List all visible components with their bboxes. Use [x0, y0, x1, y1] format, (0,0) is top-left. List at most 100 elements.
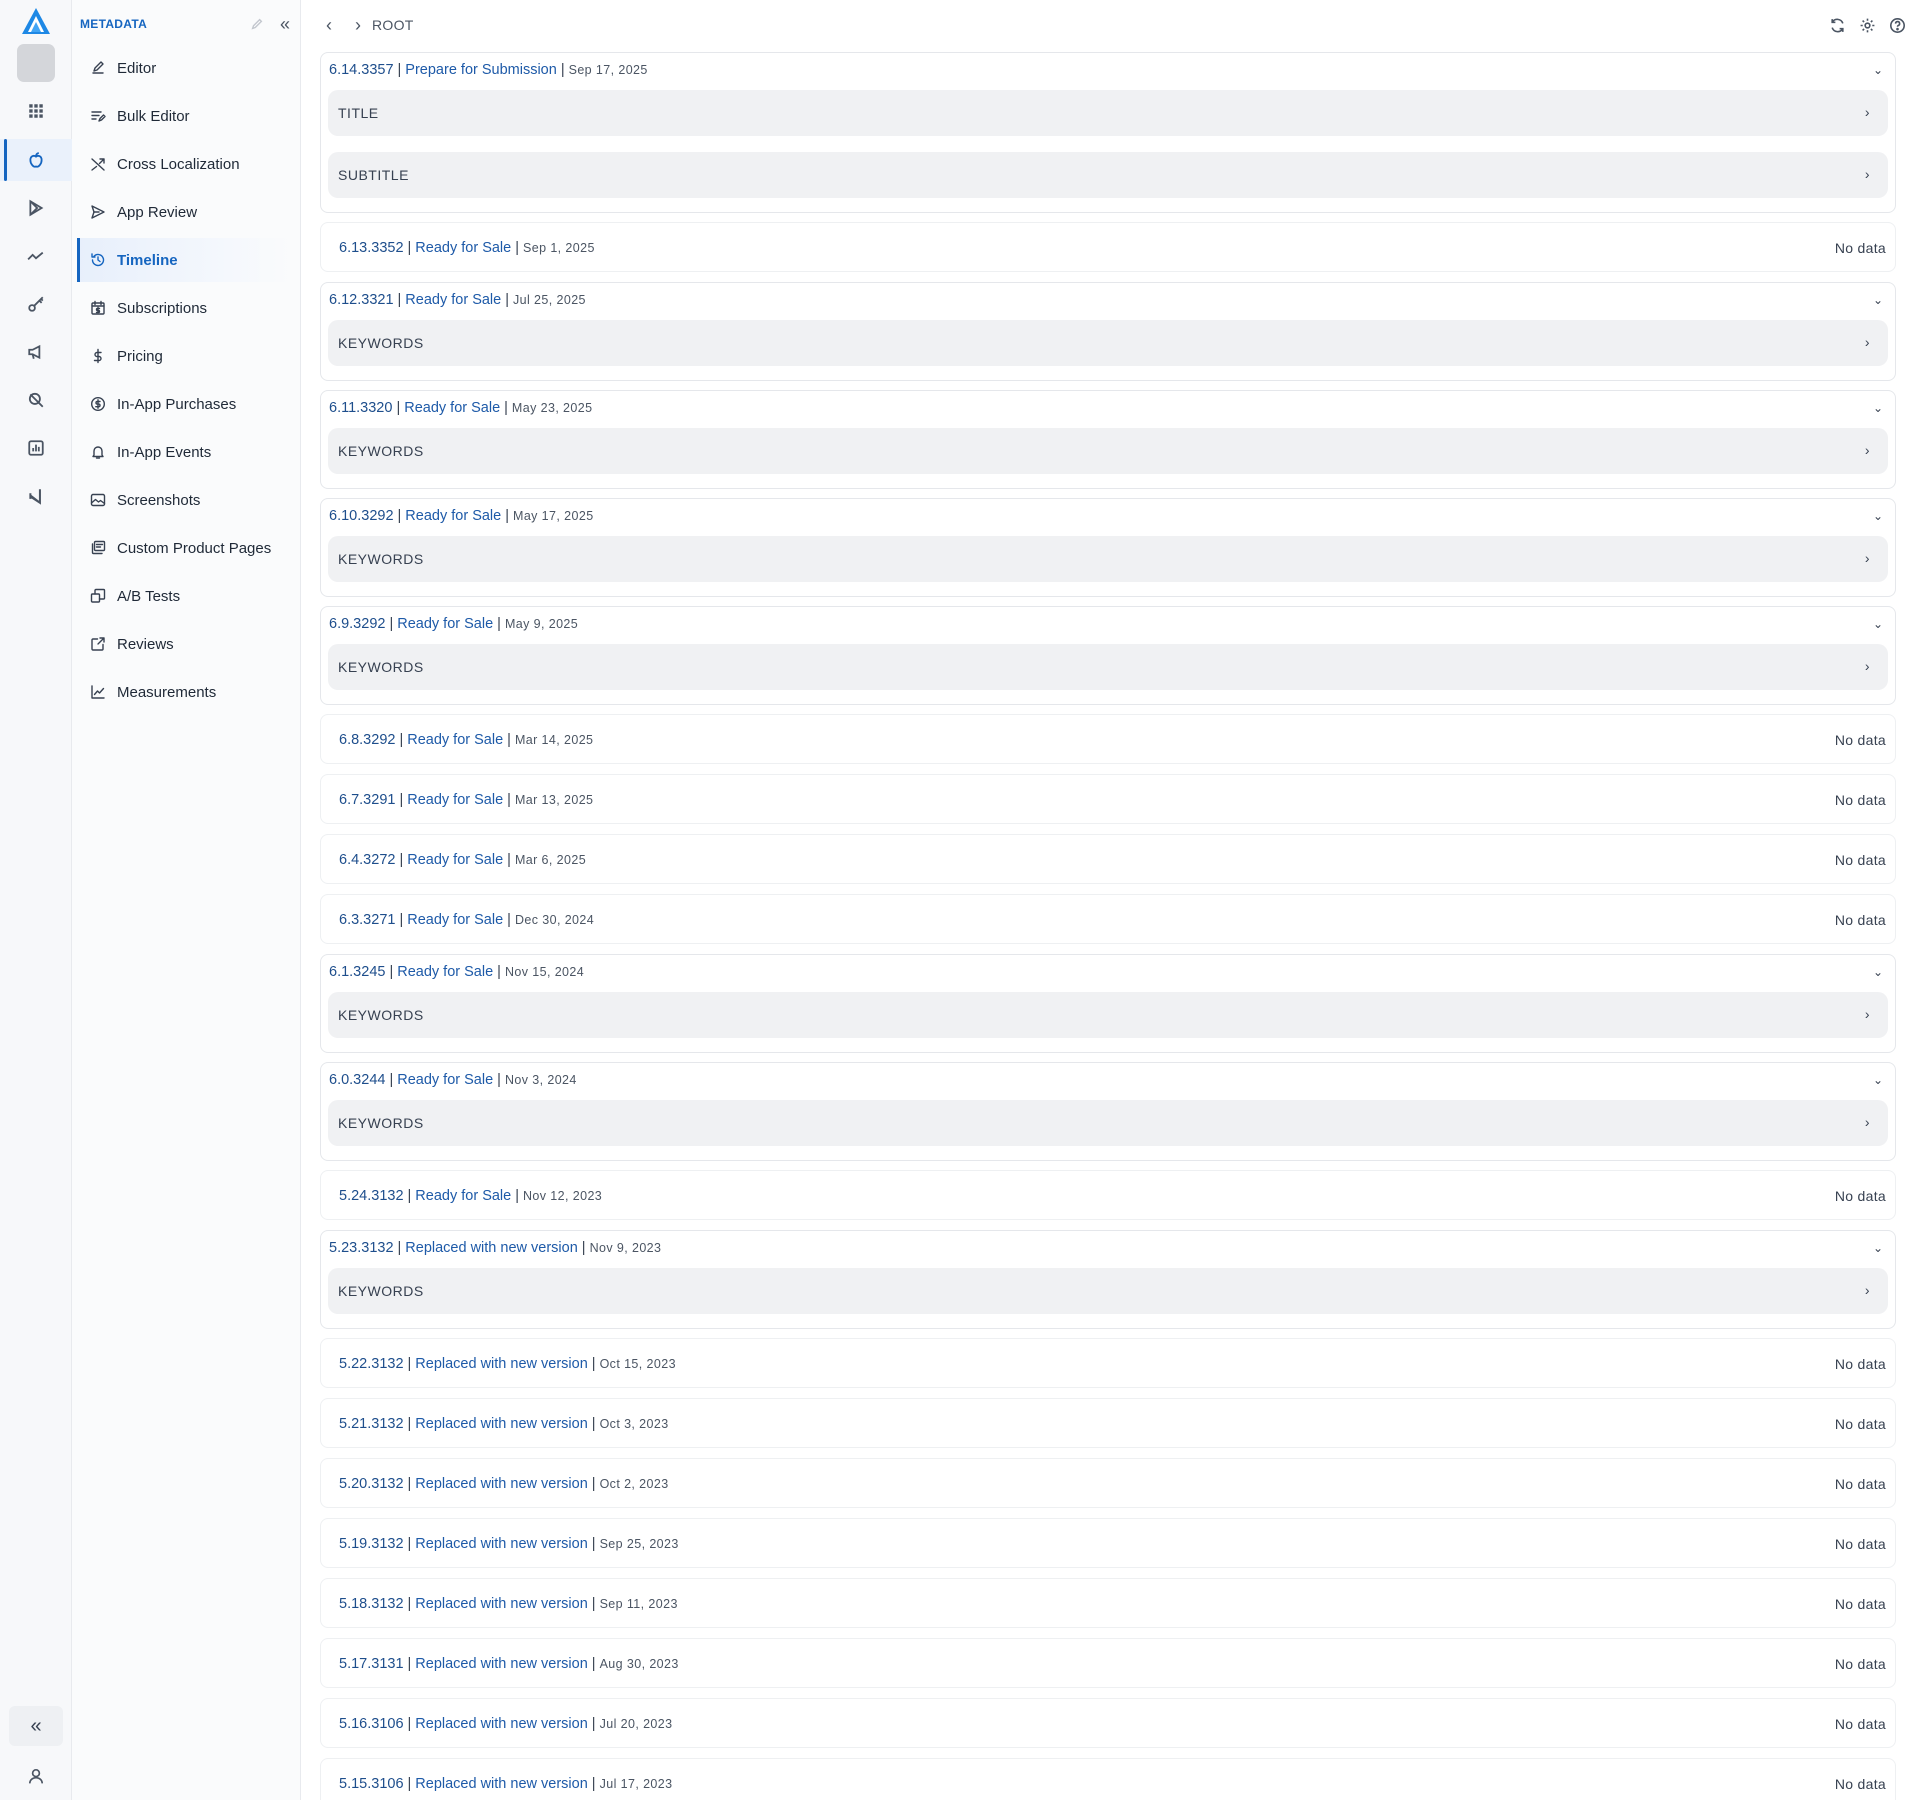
- vscode-icon[interactable]: [0, 475, 72, 517]
- apple-icon[interactable]: [0, 139, 72, 181]
- chevron-down-icon[interactable]: ⌄: [1869, 291, 1887, 309]
- sidebar-item-pricing[interactable]: Pricing: [77, 334, 293, 378]
- timeline-version-row[interactable]: 5.15.3106 | Replaced with new version | Jul …: [320, 1758, 1896, 1800]
- version-header: 6.7.3291 | Ready for Sale | Mar 13, 2025: [339, 775, 593, 825]
- sidebar-item-measurements[interactable]: Measurements: [77, 670, 293, 714]
- separator: |: [591, 1536, 596, 1552]
- sidebar-item-app-review[interactable]: App Review: [77, 190, 293, 234]
- metadata-field-row[interactable]: KEYWORDS ›: [328, 428, 1888, 474]
- timeline-version-row[interactable]: 6.8.3292 | Ready for Sale | Mar 14, 2025 No d…: [320, 714, 1896, 764]
- sidebar-collapse-button[interactable]: «: [276, 14, 294, 34]
- metadata-field-row[interactable]: SUBTITLE ›: [328, 152, 1888, 198]
- rail-collapse-button[interactable]: «: [9, 1706, 63, 1746]
- sidebar-item-in-app-purchases[interactable]: In-App Purchases: [77, 382, 293, 426]
- grid-icon[interactable]: [0, 90, 72, 132]
- version-header[interactable]: 6.10.3292 | Ready for Sale | May 17, 2025: [329, 499, 594, 533]
- sidebar-item-label: Screenshots: [117, 491, 201, 509]
- sidebar-title: METADATA: [80, 17, 148, 31]
- chevron-down-icon[interactable]: ⌄: [1869, 507, 1887, 525]
- play-store-icon[interactable]: [0, 187, 72, 229]
- timeline-version-row[interactable]: 6.3.3271 | Ready for Sale | Dec 30, 2024 No d…: [320, 894, 1896, 944]
- sidebar-item-timeline[interactable]: Timeline: [77, 238, 293, 282]
- separator: |: [407, 1188, 412, 1204]
- field-label: KEYWORDS: [338, 1283, 424, 1299]
- metadata-field-row[interactable]: KEYWORDS ›: [328, 536, 1888, 582]
- chevron-down-icon[interactable]: ⌄: [1869, 1071, 1887, 1089]
- timeline-version-row[interactable]: 5.22.3132 | Replaced with new version | Oct …: [320, 1338, 1896, 1388]
- no-data-label: No data: [1834, 1716, 1886, 1732]
- key-icon[interactable]: [0, 283, 72, 325]
- timeline-version-row[interactable]: 5.19.3132 | Replaced with new version | Sep …: [320, 1518, 1896, 1568]
- sidebar-item-custom-product-pages[interactable]: Custom Product Pages: [77, 526, 293, 570]
- refresh-icon[interactable]: [1826, 14, 1848, 36]
- version-header[interactable]: 6.0.3244 | Ready for Sale | Nov 3, 2024: [329, 1063, 577, 1097]
- user-icon[interactable]: [0, 1756, 72, 1796]
- settings-gear-icon[interactable]: [1856, 14, 1878, 36]
- chevron-right-icon: ›: [1864, 1006, 1870, 1022]
- timeline-version-card: 6.14.3357 | Prepare for Submission | Sep 17,…: [320, 52, 1896, 213]
- sidebar-item-subscriptions[interactable]: Subscriptions: [77, 286, 293, 330]
- version-header[interactable]: 6.9.3292 | Ready for Sale | May 9, 2025: [329, 607, 578, 641]
- history-icon: [89, 251, 107, 269]
- timeline-version-row[interactable]: 5.24.3132 | Ready for Sale | Nov 12, 2023 No …: [320, 1170, 1896, 1220]
- metadata-field-row[interactable]: KEYWORDS ›: [328, 1100, 1888, 1146]
- metadata-field-row[interactable]: KEYWORDS ›: [328, 320, 1888, 366]
- version-status: Replaced with new version: [415, 1776, 588, 1792]
- breadcrumb[interactable]: ROOT: [372, 17, 414, 33]
- timeline-version-row[interactable]: 5.16.3106 | Replaced with new version | Jul …: [320, 1698, 1896, 1748]
- version-header[interactable]: 6.14.3357 | Prepare for Submission | Sep 17,…: [329, 53, 648, 87]
- chevron-down-icon[interactable]: ⌄: [1869, 615, 1887, 633]
- sidebar-item-screenshots[interactable]: Screenshots: [77, 478, 293, 522]
- version-status: Ready for Sale: [397, 964, 494, 980]
- app-avatar[interactable]: [17, 44, 55, 82]
- back-button[interactable]: ‹: [318, 14, 340, 36]
- timeline-version-row[interactable]: 5.18.3132 | Replaced with new version | Sep …: [320, 1578, 1896, 1628]
- help-icon[interactable]: [1886, 14, 1908, 36]
- version-header[interactable]: 5.23.3132 | Replaced with new version | Nov …: [329, 1231, 661, 1265]
- separator: |: [397, 62, 402, 78]
- timeline-version-row[interactable]: 5.20.3132 | Replaced with new version | Oct …: [320, 1458, 1896, 1508]
- version-header[interactable]: 6.11.3320 | Ready for Sale | May 23, 2025: [329, 391, 592, 425]
- main-content: ‹ › ROOT 6.14.3357 | Prepare for Submissio…: [302, 0, 1920, 1800]
- metadata-field-row[interactable]: KEYWORDS ›: [328, 644, 1888, 690]
- trend-icon[interactable]: [0, 235, 72, 277]
- version-number: 5.15.3106: [339, 1776, 404, 1792]
- timeline-version-row[interactable]: 6.4.3272 | Ready for Sale | Mar 6, 2025 No da…: [320, 834, 1896, 884]
- search-tools-icon[interactable]: [0, 379, 72, 421]
- metadata-field-row[interactable]: TITLE ›: [328, 90, 1888, 136]
- metadata-field-row[interactable]: KEYWORDS ›: [328, 1268, 1888, 1314]
- sidebar-item-in-app-events[interactable]: In-App Events: [77, 430, 293, 474]
- version-header[interactable]: 6.1.3245 | Ready for Sale | Nov 15, 2024: [329, 955, 584, 989]
- version-header[interactable]: 6.12.3321 | Ready for Sale | Jul 25, 2025: [329, 283, 586, 317]
- separator: |: [397, 1240, 402, 1256]
- sidebar-item-reviews[interactable]: Reviews: [77, 622, 293, 666]
- sidebar-item-bulk-editor[interactable]: Bulk Editor: [77, 94, 293, 138]
- timeline-version-row[interactable]: 6.13.3352 | Ready for Sale | Sep 1, 2025 No d…: [320, 222, 1896, 272]
- chevron-down-icon[interactable]: ⌄: [1869, 61, 1887, 79]
- sidebar-item-a-b-tests[interactable]: A/B Tests: [77, 574, 293, 618]
- timeline-version-row[interactable]: 5.21.3132 | Replaced with new version | Oct …: [320, 1398, 1896, 1448]
- timeline-version-row[interactable]: 6.7.3291 | Ready for Sale | Mar 13, 2025 No d…: [320, 774, 1896, 824]
- chevron-down-icon[interactable]: ⌄: [1869, 399, 1887, 417]
- version-date: Aug 30, 2023: [599, 1657, 679, 1671]
- no-data-label: No data: [1834, 1476, 1886, 1492]
- timeline-version-row[interactable]: 5.17.3131 | Replaced with new version | Aug …: [320, 1638, 1896, 1688]
- sidebar-item-label: Cross Localization: [117, 155, 240, 173]
- sidebar-item-editor[interactable]: Editor: [77, 46, 293, 90]
- metadata-field-row[interactable]: KEYWORDS ›: [328, 992, 1888, 1038]
- version-status: Ready for Sale: [405, 508, 502, 524]
- edit-pencil-icon[interactable]: [248, 15, 266, 33]
- forward-button[interactable]: ›: [347, 14, 369, 36]
- app-logo-icon[interactable]: [20, 6, 52, 36]
- chevron-right-icon: ›: [1864, 1282, 1870, 1298]
- separator: |: [515, 1188, 519, 1204]
- chevron-down-icon[interactable]: ⌄: [1869, 1239, 1887, 1257]
- report-icon[interactable]: [0, 427, 72, 469]
- separator: |: [397, 292, 402, 308]
- megaphone-icon[interactable]: [0, 331, 72, 373]
- version-date: Nov 9, 2023: [589, 1241, 662, 1255]
- sidebar-item-cross-localization[interactable]: Cross Localization: [77, 142, 293, 186]
- chevron-down-icon[interactable]: ⌄: [1869, 963, 1887, 981]
- topbar: ‹ › ROOT: [302, 0, 1920, 50]
- version-date: Jul 20, 2023: [599, 1717, 673, 1731]
